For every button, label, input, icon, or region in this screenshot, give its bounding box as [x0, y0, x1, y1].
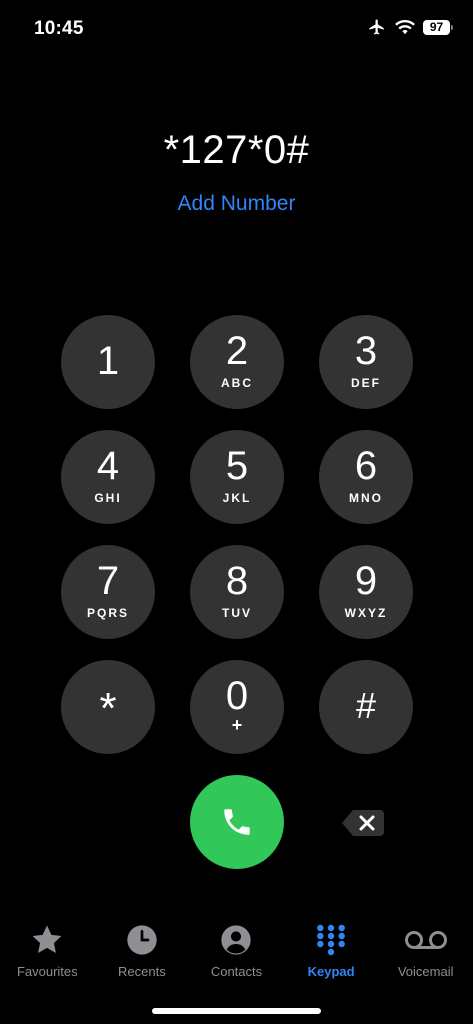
key-letters: GHI: [94, 491, 122, 505]
star-icon: [32, 925, 62, 954]
wifi-icon: [395, 19, 415, 35]
tab-label: Contacts: [210, 964, 263, 979]
home-indicator[interactable]: [152, 1008, 321, 1014]
key-letters: JKL: [222, 491, 252, 505]
key-7[interactable]: 7 PQRS: [61, 545, 155, 639]
key-letters: PQRS: [86, 606, 129, 620]
phone-icon: [224, 809, 250, 835]
key-digit: 2: [225, 329, 249, 373]
key-digit: 9: [354, 559, 378, 603]
key-digit: 5: [225, 444, 249, 488]
tab-contacts[interactable]: Contacts: [189, 922, 284, 992]
key-digit: 6: [354, 444, 378, 488]
clock-icon: [127, 925, 157, 955]
voicemail-icon: [404, 931, 447, 949]
person-icon: [221, 925, 252, 955]
key-letters: DEF: [351, 376, 381, 390]
key-letters: TUV: [222, 606, 252, 620]
backspace-icon: [342, 810, 384, 836]
keypad: 1 2 ABC 3 DEF 4 GHI 5 JKL 6 MNO 7 PQRS 8…: [61, 315, 413, 754]
status-bar: 10:45 97: [0, 0, 473, 56]
key-digit: #: [355, 685, 377, 726]
tab-label: Keypad: [307, 964, 355, 979]
key-digit: 0: [225, 674, 249, 718]
key-1[interactable]: 1: [61, 315, 155, 409]
key-5[interactable]: 5 JKL: [190, 430, 284, 524]
keypad-icon: [317, 924, 345, 956]
tab-keypad[interactable]: Keypad: [284, 922, 379, 992]
battery-level: 97: [423, 19, 450, 35]
tab-voicemail[interactable]: Voicemail: [378, 922, 473, 992]
key-digit: 1: [96, 339, 120, 383]
key-9[interactable]: 9 WXYZ: [319, 545, 413, 639]
key-digit: 8: [225, 559, 249, 603]
tab-label: Favourites: [16, 964, 78, 979]
key-digit: 3: [354, 329, 378, 373]
key-letters: WXYZ: [344, 606, 388, 620]
key-star[interactable]: *: [61, 660, 155, 754]
tab-label: Recents: [118, 964, 166, 979]
call-button[interactable]: [190, 775, 284, 869]
battery-tip: [451, 24, 453, 30]
dialed-number: *127*0#: [163, 128, 310, 172]
battery-indicator: 97: [423, 19, 453, 35]
key-digit: 4: [96, 444, 120, 488]
delete-button[interactable]: [340, 808, 384, 838]
tab-label: Voicemail: [397, 964, 454, 979]
tab-favourites[interactable]: Favourites: [0, 922, 95, 992]
key-digit: *: [99, 684, 117, 733]
key-letters: +: [231, 715, 243, 735]
tab-bar: Favourites Recents Contacts Keypad Voice…: [0, 922, 473, 992]
key-0[interactable]: 0 +: [190, 660, 284, 754]
key-4[interactable]: 4 GHI: [61, 430, 155, 524]
key-digit: 7: [96, 559, 120, 603]
tab-recents[interactable]: Recents: [95, 922, 190, 992]
key-8[interactable]: 8 TUV: [190, 545, 284, 639]
status-time: 10:45: [34, 18, 84, 39]
airplane-icon: [369, 19, 384, 35]
key-3[interactable]: 3 DEF: [319, 315, 413, 409]
key-letters: ABC: [221, 376, 253, 390]
key-hash[interactable]: #: [319, 660, 413, 754]
key-2[interactable]: 2 ABC: [190, 315, 284, 409]
key-letters: MNO: [349, 491, 383, 505]
add-number-link[interactable]: Add Number: [0, 192, 473, 216]
key-6[interactable]: 6 MNO: [319, 430, 413, 524]
status-icons: 97: [367, 18, 453, 36]
